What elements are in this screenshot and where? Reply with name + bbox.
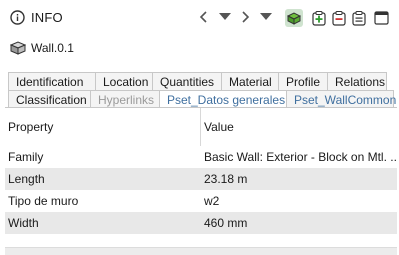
tab-hyperlinks[interactable]: Hyperlinks bbox=[90, 90, 160, 108]
previous-dropdown-icon[interactable] bbox=[217, 9, 233, 25]
tab-pset-wallcommon[interactable]: Pset_WallCommon bbox=[286, 90, 396, 108]
tabs-row-2: Classification Hyperlinks Pset_Datos gen… bbox=[8, 90, 396, 108]
tab-location[interactable]: Location bbox=[95, 72, 153, 90]
property-name: Family bbox=[8, 150, 44, 164]
tab-material[interactable]: Material bbox=[221, 72, 279, 90]
tab-profile[interactable]: Profile bbox=[278, 72, 328, 90]
properties-table: Property Value Family Basic Wall: Exteri… bbox=[5, 107, 397, 255]
column-header-property[interactable]: Property bbox=[8, 108, 53, 146]
property-value: 23.18 m bbox=[204, 172, 248, 186]
wall-element-icon bbox=[9, 41, 27, 55]
tab-pset-datos-generales[interactable]: Pset_Datos generales bbox=[159, 90, 287, 108]
property-name: Width bbox=[8, 216, 39, 230]
table-row[interactable]: Family Basic Wall: Exterior - Block on M… bbox=[5, 146, 397, 168]
next-dropdown-icon[interactable] bbox=[258, 9, 274, 25]
property-value: w2 bbox=[204, 194, 220, 208]
remove-icon[interactable] bbox=[330, 9, 348, 27]
property-name: Tipo de muro bbox=[8, 194, 79, 208]
info-icon bbox=[10, 10, 25, 25]
add-icon[interactable] bbox=[310, 9, 328, 27]
entity-name: Wall.0.1 bbox=[31, 41, 74, 55]
tab-identification[interactable]: Identification bbox=[8, 72, 96, 90]
table-row[interactable]: Length 23.18 m bbox=[5, 168, 397, 190]
table-row[interactable]: Tipo de muro w2 bbox=[5, 190, 397, 212]
property-value: 460 mm bbox=[204, 216, 248, 230]
column-header-value[interactable]: Value bbox=[204, 108, 397, 146]
column-divider[interactable] bbox=[200, 108, 201, 146]
next-arrow-icon[interactable] bbox=[237, 9, 253, 25]
previous-arrow-icon[interactable] bbox=[196, 9, 212, 25]
info-header: INFO bbox=[0, 0, 399, 36]
tabs-row-1: Identification Location Quantities Mater… bbox=[8, 72, 387, 90]
property-value: Basic Wall: Exterior - Block on Mtl. ... bbox=[204, 150, 397, 164]
select-element-icon[interactable] bbox=[285, 9, 303, 27]
panel-title: INFO bbox=[31, 10, 63, 25]
tab-classification[interactable]: Classification bbox=[8, 90, 91, 108]
table-header: Property Value bbox=[5, 108, 397, 146]
clipboard-icon[interactable] bbox=[350, 9, 368, 27]
tab-relations[interactable]: Relations bbox=[327, 72, 387, 90]
horizontal-scrollbar[interactable] bbox=[5, 247, 397, 255]
tab-quantities[interactable]: Quantities bbox=[152, 72, 222, 90]
table-row[interactable]: Width 460 mm bbox=[5, 212, 397, 234]
window-icon[interactable] bbox=[372, 9, 390, 27]
property-name: Length bbox=[8, 172, 45, 186]
